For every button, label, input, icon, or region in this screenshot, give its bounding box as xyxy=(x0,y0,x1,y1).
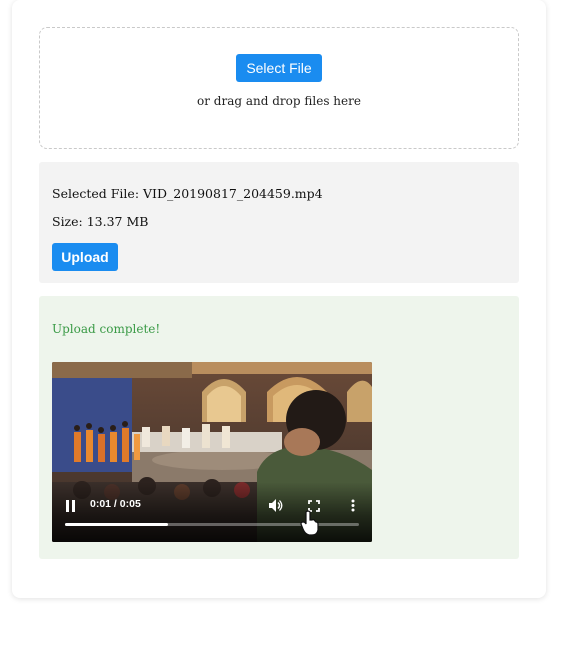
selected-file-label: Selected File: VID_20190817_204459.mp4 xyxy=(52,186,323,201)
upload-status: Upload complete! xyxy=(52,322,161,336)
video-player[interactable]: 0:01 / 0:05 xyxy=(52,362,372,542)
video-time: 0:01 / 0:05 xyxy=(90,498,141,510)
more-options-icon[interactable] xyxy=(351,497,355,516)
volume-icon[interactable] xyxy=(269,497,283,516)
video-progress-fill xyxy=(65,523,168,526)
pause-icon[interactable] xyxy=(66,497,76,516)
video-controls xyxy=(52,482,372,542)
upload-button[interactable]: Upload xyxy=(52,243,118,271)
select-file-button[interactable]: Select File xyxy=(236,54,322,82)
drop-zone[interactable] xyxy=(39,27,519,149)
hand-cursor-icon xyxy=(300,510,319,536)
file-size-label: Size: 13.37 MB xyxy=(52,214,149,229)
drag-drop-hint: or drag and drop files here xyxy=(197,94,361,108)
